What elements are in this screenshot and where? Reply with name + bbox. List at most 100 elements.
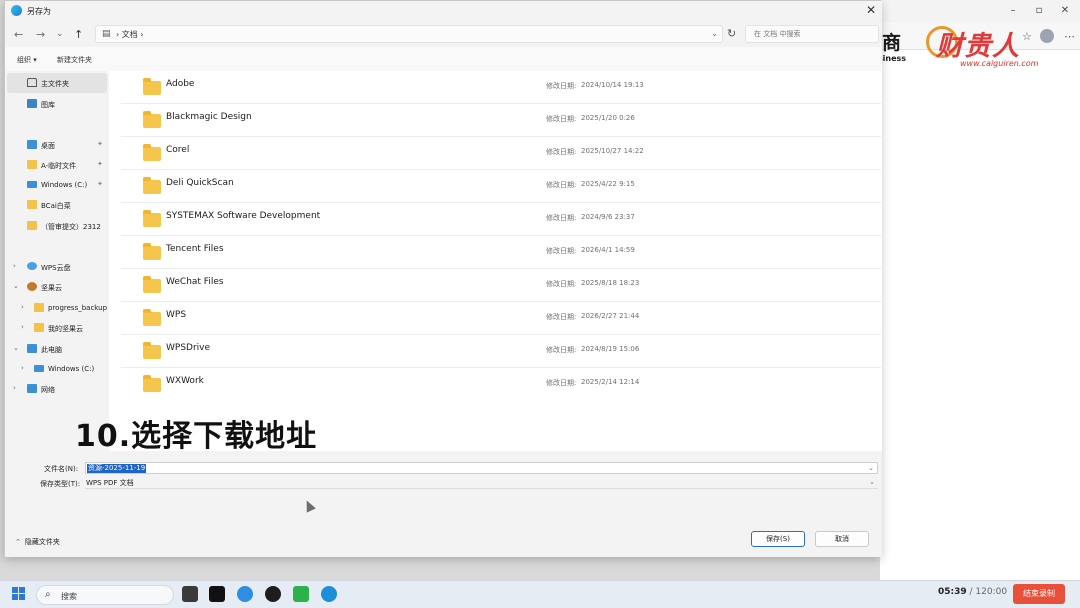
chevron-down-icon[interactable]: ⌄ (13, 344, 19, 352)
save-button[interactable]: 保存(S) (751, 531, 805, 547)
edge-browser-app-icon[interactable] (321, 586, 337, 602)
folder-icon (34, 323, 44, 332)
sidebar-item-label: 我的坚果云 (48, 325, 83, 333)
modified-date-label: 修改日期: (546, 313, 577, 321)
sidebar-item-windows-c-drive[interactable]: › Windows (C:) (7, 359, 107, 379)
file-row[interactable]: WeChat Files 修改日期: 2025/8/18 18:23 (121, 269, 881, 302)
filename-input[interactable]: 资源-2025-11-19 (87, 464, 147, 473)
folder-icon (143, 243, 161, 260)
file-row[interactable]: Blackmagic Design 修改日期: 2025/1/20 0:26 (121, 104, 881, 137)
dialog-title: 另存为 (27, 7, 51, 16)
sidebar-item-desktop[interactable]: 桌面 ✦ (7, 135, 107, 155)
file-row[interactable]: Tencent Files 修改日期: 2026/4/1 14:59 (121, 236, 881, 269)
file-name: Blackmagic Design (166, 112, 252, 122)
filename-field[interactable]: 资源-2025-11-19 ⌄ (85, 462, 878, 474)
chevron-down-icon[interactable]: ⌄ (13, 282, 19, 290)
file-row[interactable]: Deli QuickScan 修改日期: 2025/4/22 9:15 (121, 170, 881, 203)
screen-recorder-app-icon[interactable] (237, 586, 253, 602)
modified-date: 2026/2/27 21:44 (581, 312, 640, 320)
sidebar-item-gallery[interactable]: 图库 (7, 94, 107, 114)
breadcrumb-documents[interactable]: 文档 (122, 30, 138, 39)
address-bar[interactable]: ▤ › 文档 › ⌄ (95, 25, 723, 43)
sidebar-item-this-pc[interactable]: ⌄ 此电脑 (7, 339, 107, 359)
back-arrow-icon[interactable]: ← (14, 28, 23, 41)
address-dropdown-icon[interactable]: ⌄ (711, 29, 718, 38)
chevron-right-icon[interactable]: › (13, 262, 16, 270)
filename-dropdown-icon[interactable]: ⌄ (868, 464, 874, 472)
modified-date-label: 修改日期: (546, 214, 577, 222)
folder-icon (143, 309, 161, 326)
refresh-icon[interactable]: ↻ (727, 27, 736, 40)
new-folder-button[interactable]: 新建文件夹 (57, 55, 92, 65)
pc-icon (27, 344, 37, 353)
pin-icon[interactable]: ✦ (97, 180, 103, 188)
sidebar-item-wps-cloud[interactable]: › WPS云盘 (7, 257, 107, 277)
file-name: WPS (166, 310, 187, 320)
start-button[interactable] (12, 587, 26, 601)
file-name: Deli QuickScan (166, 178, 234, 188)
dialog-close-button[interactable]: ✕ (866, 3, 876, 17)
hide-folders-toggle[interactable]: ⌃ 隐藏文件夹 (15, 537, 60, 547)
search-input[interactable] (746, 26, 878, 42)
cancel-button[interactable]: 取消 (815, 531, 869, 547)
end-recording-button[interactable]: 结束录制 (1013, 584, 1065, 604)
file-row[interactable]: WPS 修改日期: 2026/2/27 21:44 (121, 302, 881, 335)
cloud-icon (27, 262, 37, 270)
pin-icon[interactable]: ✦ (97, 160, 103, 168)
file-name: WPSDrive (166, 343, 211, 353)
sidebar-item-label: 图库 (41, 101, 55, 109)
sidebar-item-windows-c[interactable]: Windows (C:) ✦ (7, 175, 107, 195)
sidebar-item-home[interactable]: 主文件夹 (7, 73, 107, 93)
chevron-right-icon[interactable]: › (21, 323, 24, 331)
minimize-icon[interactable]: – (1006, 4, 1020, 18)
breadcrumb[interactable]: › 文档 › (116, 29, 144, 40)
file-row[interactable]: Adobe 修改日期: 2024/10/14 19:13 (121, 71, 881, 104)
folder-icon (143, 111, 161, 128)
taskbar: ⌕ 搜索 05:39 / 120:00 结束录制 (0, 580, 1080, 608)
sidebar-item-my-jianguoyun[interactable]: › 我的坚果云 (7, 318, 107, 338)
task-view-icon[interactable] (182, 586, 198, 602)
chevron-right-icon[interactable]: › (21, 364, 24, 372)
search-box[interactable] (745, 25, 879, 43)
modified-date: 2025/1/20 0:26 (581, 114, 635, 122)
file-row[interactable]: WXWork 修改日期: 2025/2/14 12:14 (121, 368, 881, 401)
taskbar-search[interactable]: ⌕ 搜索 (36, 585, 174, 605)
sidebar-item-progress-backup[interactable]: › progress_backup (7, 298, 107, 318)
recent-locations-icon[interactable]: ⌄ (56, 29, 64, 39)
file-row[interactable]: SYSTEMAX Software Development 修改日期: 2024… (121, 203, 881, 236)
chevron-right-icon[interactable]: › (21, 303, 24, 311)
modified-date: 2025/2/14 12:14 (581, 378, 640, 386)
organize-menu-button[interactable]: 组织 ▾ (17, 55, 37, 65)
sidebar-item-jianguoyun[interactable]: ⌄ 坚果云 (7, 277, 107, 297)
sidebar-item-label: 桌面 (41, 142, 55, 150)
save-as-dialog: 另存为 ✕ ← → ⌄ ↑ ▤ › 文档 › ⌄ ↻ 组织 ▾ 新建文件夹 主文… (4, 0, 882, 557)
filetype-dropdown-icon[interactable]: ⌄ (869, 478, 875, 486)
sidebar-item-label: 坚果云 (41, 284, 62, 292)
command-bar: 组织 ▾ 新建文件夹 (5, 47, 882, 71)
sidebar-item-network[interactable]: › 网络 (7, 379, 107, 399)
qq-app-icon[interactable] (265, 586, 281, 602)
filetype-select[interactable]: WPS PDF 文档 ⌄ (85, 477, 878, 489)
edge-app-icon (11, 5, 22, 16)
pin-icon[interactable]: ✦ (97, 140, 103, 148)
file-name: WXWork (166, 376, 204, 386)
wechat-app-icon[interactable] (293, 586, 309, 602)
up-arrow-icon[interactable]: ↑ (74, 28, 83, 41)
file-row[interactable]: Corel 修改日期: 2025/10/27 14:22 (121, 137, 881, 170)
drive-icon (34, 365, 44, 372)
sidebar-item-bcai[interactable]: BCai白菜 (7, 195, 107, 215)
file-name: Adobe (166, 79, 195, 89)
file-row[interactable]: WPSDrive 修改日期: 2024/8/19 15:06 (121, 335, 881, 368)
forward-arrow-icon[interactable]: → (36, 28, 45, 41)
window-close-icon[interactable]: ✕ (1058, 4, 1072, 18)
search-icon: ⌕ (45, 589, 51, 600)
taskbar-search-label: 搜索 (61, 592, 77, 601)
maximize-icon[interactable]: ▫ (1032, 4, 1046, 18)
sidebar-item-label: Windows (C:) (48, 365, 95, 373)
sidebar-item-temp-files[interactable]: A-临时文件 ✦ (7, 155, 107, 175)
chevron-right-icon[interactable]: › (13, 384, 16, 392)
caiguiren-logo-url: www.caiguiren.com (960, 59, 1039, 68)
capcut-app-icon[interactable] (209, 586, 225, 602)
sidebar-item-review-submission[interactable]: （管审提交）2312 (7, 216, 107, 236)
modified-date-label: 修改日期: (546, 247, 577, 255)
